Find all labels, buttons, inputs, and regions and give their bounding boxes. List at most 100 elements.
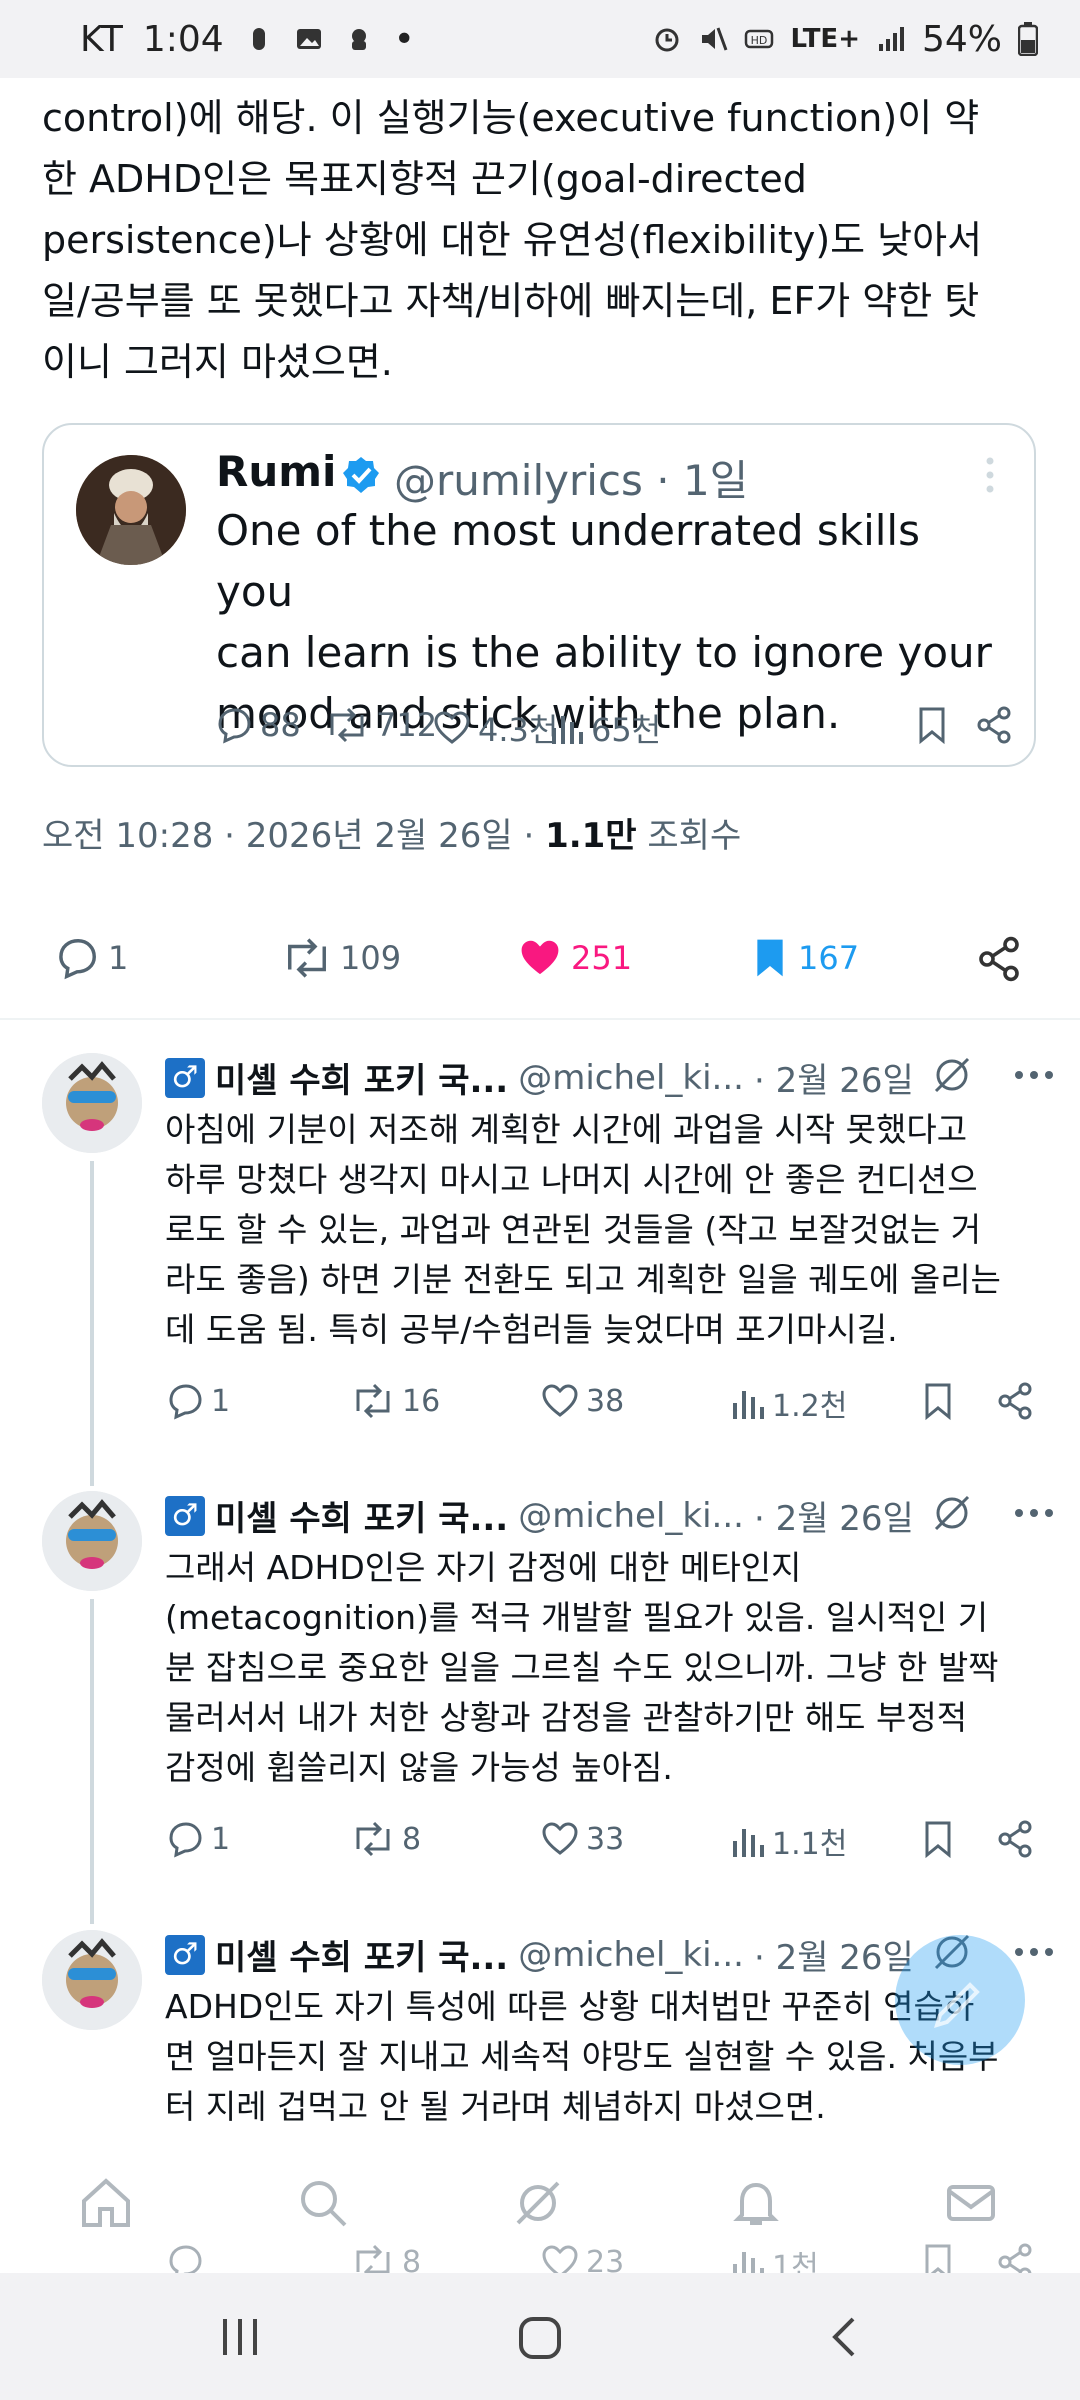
reply-icon — [59, 939, 96, 980]
search-icon[interactable] — [295, 2175, 351, 2231]
views-count: 1.1천 — [772, 1827, 848, 1862]
quoted-text-line: One of the most underrated skills you — [216, 506, 920, 616]
reply-button[interactable]: 1 — [165, 1819, 230, 1859]
reply-action-bar: 1 16 38 1.2천 — [165, 1381, 1045, 1431]
compose-icon — [934, 1982, 980, 2028]
repost-icon — [356, 1383, 390, 1419]
view-label: 조회수 — [636, 816, 742, 856]
views-button[interactable]: 1.2천 — [730, 1381, 847, 1425]
heart-icon — [542, 1822, 578, 1855]
reply-author-name[interactable]: 미셸 수희 포키 국... — [215, 1053, 508, 1102]
compose-fab-button[interactable] — [895, 1935, 1025, 2065]
notifications-icon[interactable] — [728, 2175, 784, 2231]
recent-apps-icon[interactable] — [215, 2315, 265, 2359]
reply-button[interactable]: 1 — [52, 935, 128, 981]
reply-text-line: 분 잡침으로 중요한 일을 그르칠 수도 있으니까. 그냥 한 발짝 — [165, 1648, 999, 1687]
views-icon — [733, 1829, 764, 1857]
more-options-icon[interactable] — [984, 455, 996, 495]
post-body-line: persistence)나 상황에 대한 유연성(flexibility)도 낮… — [42, 218, 983, 262]
reply-icon — [169, 1384, 202, 1420]
post-body: control)에 해당. 이 실행기능(executive function)… — [42, 88, 1042, 393]
like-count: 251 — [571, 939, 633, 977]
like-button[interactable]: 38 — [540, 1381, 624, 1421]
reply-author-avatar[interactable] — [42, 1053, 142, 1153]
battery-icon — [1018, 22, 1038, 56]
repost-icon — [356, 1821, 390, 1857]
reply-icon — [169, 1822, 202, 1858]
share-icon[interactable] — [995, 1819, 1035, 1859]
reply-author-name[interactable]: 미셸 수희 포키 국... — [215, 1930, 508, 1979]
thread-line — [90, 1161, 94, 1486]
bookmark-icon[interactable] — [920, 1381, 956, 1421]
reply-text: 그래서 ADHD인은 자기 감정에 대한 메타인지 (metacognition… — [165, 1543, 1045, 1793]
network-label: LTE+ — [790, 24, 860, 54]
home-icon[interactable] — [78, 2175, 134, 2231]
grok-tab-icon[interactable] — [510, 2175, 566, 2231]
hd-icon: HD — [745, 29, 774, 49]
like-button[interactable]: 33 — [540, 1819, 624, 1859]
bookmark-icon[interactable] — [920, 1819, 956, 1859]
reply-count: 1 — [211, 1383, 231, 1419]
heart-icon — [542, 1384, 578, 1417]
reply-author-avatar[interactable] — [42, 1491, 142, 1591]
reply-author-name[interactable]: 미셸 수희 포키 국... — [215, 1491, 508, 1540]
bottom-tab-bar — [0, 2145, 1080, 2245]
repost-button[interactable]: 16 — [350, 1381, 440, 1421]
post-body-line: 한 ADHD인은 목표지향적 끈기(goal-directed — [42, 157, 807, 201]
reply-action-bar: 1 8 33 1.1천 — [165, 1819, 1045, 1869]
grok-icon[interactable] — [930, 1491, 974, 1535]
svg-text:HD: HD — [751, 34, 768, 47]
reply-count: 1 — [211, 1821, 231, 1857]
quoted-author-avatar[interactable] — [76, 455, 186, 565]
quoted-like-button[interactable]: 4.3천 — [432, 705, 558, 751]
share-icon[interactable] — [974, 705, 1014, 745]
bookmark-icon[interactable] — [914, 705, 950, 745]
more-dot: • — [393, 18, 415, 60]
views-button[interactable]: 1.1천 — [730, 1819, 847, 1863]
back-icon[interactable] — [825, 2315, 865, 2359]
like-button[interactable]: 251 — [515, 935, 632, 981]
quoted-author-handle: @rumilyrics · 1일 — [394, 456, 749, 505]
grok-icon[interactable] — [930, 1053, 974, 1097]
repost-button[interactable]: 8 — [350, 1819, 421, 1859]
share-icon[interactable] — [975, 935, 1023, 983]
reply-text-line: 로도 할 수 있는, 과업과 연관된 것들을 (작고 보잘것없는 거 — [165, 1210, 982, 1249]
reply-text-line: 감정에 휩쓸리지 않을 가능성 높아짐. — [165, 1748, 673, 1787]
reply-icon — [218, 708, 251, 744]
post-body-line: 일/공부를 또 못했다고 자책/비하에 빠지는데, EF가 약한 탓 — [42, 279, 980, 323]
messages-icon[interactable] — [943, 2175, 999, 2231]
reply-button[interactable]: 1 — [165, 1381, 230, 1421]
like-count: 33 — [586, 1821, 625, 1857]
quoted-action-bar: 88 712 4.3천 65천 — [214, 705, 1014, 749]
reply-author-avatar[interactable] — [42, 1930, 142, 2030]
post-action-bar: 1 109 251 167 — [0, 923, 1080, 993]
reply-post[interactable]: ♂ 미셸 수희 포키 국... @michel_ki... · 2월 26일 그… — [0, 1491, 1080, 1924]
quoted-repost-button[interactable]: 712 — [324, 705, 437, 745]
reply-date: · 2월 26일 — [753, 1061, 914, 1101]
carrier-label: KT — [80, 18, 123, 60]
reply-text-line: 데 도움 됨. 특히 공부/수험러들 늦었다며 포기마시길. — [165, 1310, 898, 1349]
reply-text-line: (metacognition)를 적극 개발할 필요가 있음. 일시적인 기 — [165, 1598, 989, 1637]
bookmark-button[interactable]: 167 — [748, 935, 859, 981]
home-button-icon[interactable] — [515, 2313, 565, 2363]
quoted-reply-button[interactable]: 88 — [214, 705, 301, 745]
reply-post[interactable]: ♂ 미셸 수희 포키 국... @michel_ki... · 2월 26일 아… — [0, 1053, 1080, 1486]
quoted-author-name[interactable]: Rumi — [216, 447, 336, 496]
repost-icon — [330, 707, 364, 743]
like-count: 38 — [586, 1383, 625, 1419]
thread-line — [90, 1599, 94, 1924]
reply-header-actions — [930, 1491, 1054, 1535]
reply-header: ♂ 미셸 수희 포키 국... @michel_ki... · 2월 26일 — [165, 1930, 914, 1979]
repost-count: 109 — [340, 939, 402, 977]
share-icon[interactable] — [995, 1381, 1035, 1421]
more-options-icon[interactable] — [1014, 1508, 1054, 1518]
quoted-post[interactable]: Rumi @rumilyrics · 1일 One of the most un… — [42, 423, 1036, 767]
quoted-views-button[interactable]: 65천 — [549, 705, 661, 751]
reply-text-line: 하루 망쳤다 생각지 마시고 나머지 시간에 안 좋은 컨디션으 — [165, 1160, 978, 1199]
timestamp-text: 오전 10:28 · 2026년 2월 26일 · — [42, 816, 546, 856]
heart-filled-icon — [521, 940, 559, 975]
alarm-icon — [655, 28, 679, 52]
more-options-icon[interactable] — [1014, 1070, 1054, 1080]
battery-label: 54% — [921, 18, 1002, 60]
repost-button[interactable]: 109 — [280, 935, 401, 981]
